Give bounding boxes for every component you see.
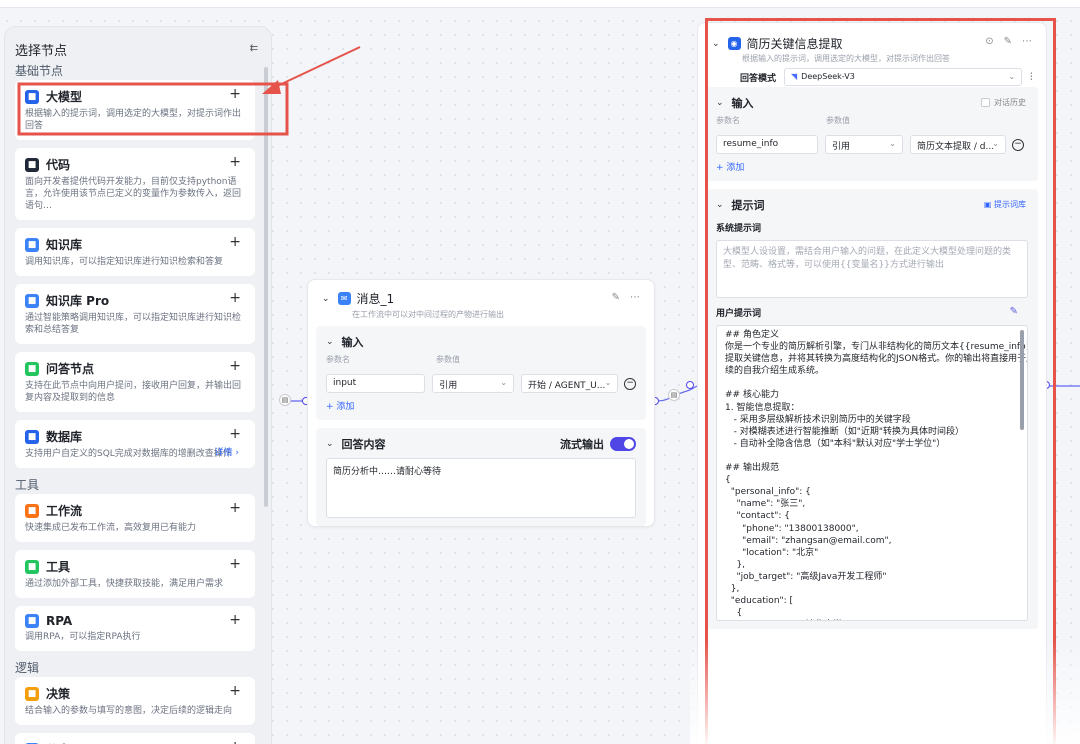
annotation-arrow-left: [272, 46, 361, 89]
param-type-select[interactable]: 引用 ⌄: [432, 374, 515, 393]
message-node-icon: ✉: [337, 292, 351, 305]
input-section: ⌄ 输入 参数名 参数值 input 引用 ⌄ 开始 / AGENT_U... ⌄ …: [316, 326, 646, 420]
add-param-button[interactable]: + 添加: [326, 399, 636, 412]
chevron-down-icon[interactable]: ⌄: [322, 294, 330, 304]
edit-icon[interactable]: ✎: [612, 292, 620, 303]
input-port[interactable]: [686, 381, 694, 389]
col-param-value: 参数值: [436, 355, 460, 364]
node-subtitle: 在工作流中可以对中间过程的产物进行输出: [352, 310, 504, 319]
node-title[interactable]: 消息_1: [357, 290, 395, 307]
insert-node-icon[interactable]: ▤: [279, 394, 291, 406]
param-name-input[interactable]: input: [326, 374, 426, 393]
annotation-highlight-llm-node: [705, 18, 1056, 744]
remove-param-icon[interactable]: −: [624, 377, 637, 390]
chevron-down-icon[interactable]: ⌄: [326, 337, 334, 347]
answer-content-textarea[interactable]: 简历分析中……请耐心等待: [326, 458, 636, 518]
answer-label: 回答内容: [341, 438, 386, 451]
insert-node-icon[interactable]: ▤: [668, 389, 680, 401]
col-param-name: 参数名: [326, 355, 350, 364]
stream-toggle[interactable]: [610, 437, 636, 451]
message-node[interactable]: ⌄ ✉ 消息_1 在工作流中可以对中间过程的产物进行输出 ✎ ⋯ ⌄ 输入 参数名…: [307, 279, 655, 527]
more-icon[interactable]: ⋯: [630, 292, 640, 303]
answer-section: ⌄ 回答内容 流式输出 简历分析中……请耐心等待: [316, 428, 646, 526]
input-label: 输入: [341, 336, 364, 349]
chevron-down-icon[interactable]: ⌄: [326, 439, 334, 449]
param-value-select[interactable]: 开始 / AGENT_U... ⌄: [521, 374, 619, 393]
annotation-highlight-llm-card: [17, 82, 289, 136]
bottom-fade: [690, 640, 1080, 744]
stream-label: 流式输出: [560, 438, 604, 451]
